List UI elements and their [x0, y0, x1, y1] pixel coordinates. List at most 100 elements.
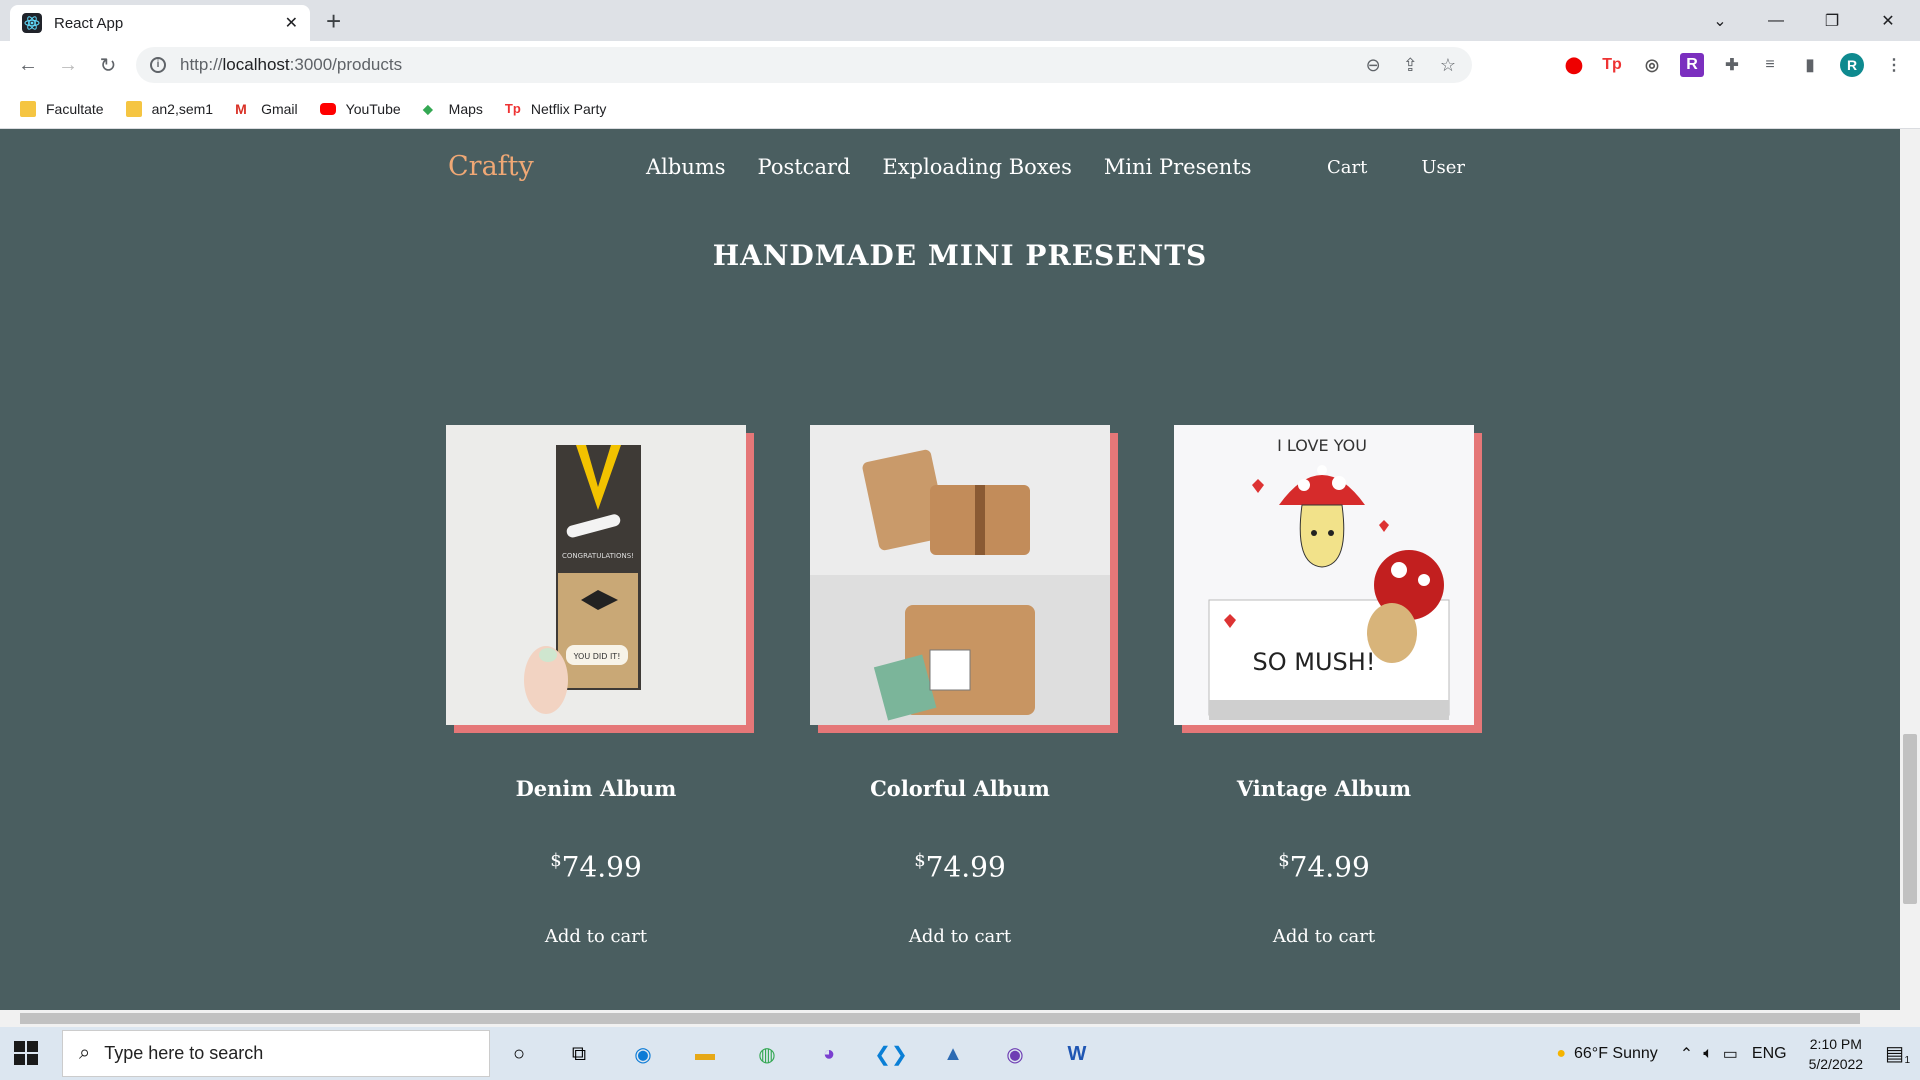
- language-indicator[interactable]: ENG: [1752, 1045, 1787, 1063]
- adblock-ext-icon[interactable]: ◎: [1640, 53, 1664, 77]
- youtube-icon: [319, 102, 336, 115]
- file-explorer-icon[interactable]: ▬: [686, 1035, 724, 1073]
- edge-icon[interactable]: ◉: [624, 1035, 662, 1073]
- image-text-congrats: CONGRATULATIONS!: [562, 552, 634, 560]
- vscode-icon[interactable]: ❮❯: [872, 1035, 910, 1073]
- nav-exploading-boxes[interactable]: Exploading Boxes: [882, 155, 1071, 179]
- forward-icon[interactable]: →: [54, 51, 82, 79]
- notifications-icon[interactable]: ▤ 1: [1885, 1041, 1910, 1066]
- product-image: [810, 425, 1110, 725]
- tab-title: React App: [54, 14, 124, 32]
- cortana-icon[interactable]: ○: [500, 1035, 538, 1073]
- chrome-icon[interactable]: ◍: [748, 1035, 786, 1073]
- messenger-icon[interactable]: ◕: [810, 1035, 848, 1073]
- new-tab-button[interactable]: +: [326, 6, 341, 36]
- weather-icon[interactable]: ●: [1556, 1045, 1566, 1063]
- vertical-scrollbar[interactable]: [1900, 129, 1920, 1010]
- image-text-love: I LOVE YOU: [1277, 436, 1367, 455]
- taskbar-search[interactable]: ⌕ Type here to search: [62, 1030, 490, 1077]
- maps-icon: ⬥: [422, 100, 434, 118]
- back-icon[interactable]: ←: [14, 51, 42, 79]
- volume-icon[interactable]: 🔈︎: [1703, 1045, 1713, 1063]
- side-panel-icon[interactable]: ▮: [1798, 53, 1822, 77]
- teleparty-ext-icon[interactable]: Tp: [1600, 53, 1624, 77]
- gmail-icon: M: [235, 100, 247, 117]
- product-image-frame[interactable]: I LOVE YOU SO MUSH!: [1174, 425, 1482, 733]
- product-image: CONGRATULATIONS! YOU DID IT!: [446, 425, 746, 725]
- battery-icon[interactable]: ▭: [1723, 1044, 1738, 1064]
- reload-icon[interactable]: ↻: [94, 51, 122, 79]
- add-to-cart-button[interactable]: Add to cart: [446, 926, 746, 947]
- scrollbar-thumb[interactable]: [1903, 734, 1917, 904]
- windows-taskbar: ⌕ Type here to search ○ ⧉ ◉ ▬ ◍ ◕ ❮❯ ▲ ◉…: [0, 1027, 1920, 1080]
- product-card: I LOVE YOU SO MUSH! Vintage Album $74.99…: [1174, 425, 1482, 947]
- clock-date: 5/2/2022: [1808, 1055, 1864, 1072]
- product-image-frame[interactable]: [810, 425, 1118, 733]
- opera-ext-icon[interactable]: ⬤: [1562, 53, 1586, 77]
- weather-text[interactable]: 66°F Sunny: [1574, 1045, 1658, 1063]
- system-tray: ● 66°F Sunny ⌃ 🔈︎ ▭ ENG 2:10 PM 5/2/2022…: [1556, 1027, 1920, 1080]
- windows-start-icon[interactable]: [14, 1041, 38, 1065]
- bookmark-item[interactable]: ⬥ Maps: [422, 100, 483, 118]
- product-price: $74.99: [550, 850, 642, 884]
- site-navbar: Crafty Albums Postcard Exploading Boxes …: [0, 129, 1900, 209]
- product-image-frame[interactable]: CONGRATULATIONS! YOU DID IT!: [446, 425, 754, 733]
- scrollbar-thumb[interactable]: [20, 1013, 1860, 1024]
- folder-icon: [20, 100, 36, 117]
- menu-kebab-icon[interactable]: ⋮: [1882, 53, 1906, 77]
- tab-search-icon[interactable]: ⌄: [1692, 0, 1748, 41]
- add-to-cart-button[interactable]: Add to cart: [1174, 926, 1474, 947]
- bookmark-item[interactable]: an2,sem1: [125, 100, 213, 117]
- product-image: I LOVE YOU SO MUSH!: [1174, 425, 1474, 725]
- profile-avatar[interactable]: R: [1840, 53, 1864, 77]
- product-card: Colorful Album $74.99 Add to cart: [810, 425, 1118, 947]
- zoom-icon[interactable]: ⊖: [1366, 55, 1381, 76]
- clock[interactable]: 2:10 PM 5/2/2022: [1809, 1034, 1864, 1074]
- nav-cart[interactable]: Cart: [1327, 157, 1367, 178]
- netflix-party-icon: Tp: [504, 100, 521, 116]
- bookmark-item[interactable]: YouTube: [319, 101, 401, 117]
- nav-user[interactable]: User: [1421, 157, 1465, 178]
- react-icon: [22, 13, 42, 33]
- product-price: $74.99: [1278, 850, 1370, 884]
- address-bar[interactable]: i http://localhost:3000/products ⊖ ⇪ ☆: [136, 47, 1472, 83]
- photos-icon[interactable]: ▲: [934, 1035, 972, 1073]
- bookmark-item[interactable]: Facultate: [20, 100, 104, 117]
- bookmark-star-icon[interactable]: ☆: [1440, 55, 1456, 76]
- show-hidden-icons-icon[interactable]: ⌃: [1680, 1044, 1693, 1064]
- bookmarks-bar: Facultate an2,sem1 M Gmail YouTube ⬥ Maps …: [0, 89, 1920, 129]
- nav-albums[interactable]: Albums: [646, 155, 726, 179]
- add-to-cart-button[interactable]: Add to cart: [810, 926, 1110, 947]
- nav-postcard[interactable]: Postcard: [758, 155, 851, 179]
- tab-strip: React App ✕ + ⌄ — ❐ ✕: [0, 0, 1920, 41]
- bookmark-item[interactable]: Tp Netflix Party: [505, 101, 606, 117]
- horizontal-scrollbar[interactable]: [0, 1010, 1920, 1027]
- word-icon[interactable]: W: [1058, 1035, 1096, 1073]
- r-ext-icon[interactable]: R: [1680, 53, 1704, 77]
- share-icon[interactable]: ⇪: [1403, 55, 1418, 76]
- nav-mini-presents[interactable]: Mini Presents: [1104, 155, 1252, 179]
- task-view-icon[interactable]: ⧉: [560, 1035, 598, 1073]
- clock-time: 2:10 PM: [1809, 1035, 1862, 1052]
- restore-button[interactable]: ❐: [1804, 0, 1860, 41]
- notification-count: 1: [1904, 1055, 1910, 1066]
- search-icon: ⌕: [79, 1042, 91, 1064]
- site-info-icon[interactable]: i: [150, 57, 166, 73]
- product-title: Denim Album: [515, 776, 677, 801]
- browser-tab[interactable]: React App ✕: [10, 5, 310, 41]
- tab-close-icon[interactable]: ✕: [285, 13, 298, 33]
- github-icon[interactable]: ◉: [996, 1035, 1034, 1073]
- image-text-mush: SO MUSH!: [1253, 648, 1376, 676]
- media-icon[interactable]: ≡: [1758, 53, 1782, 77]
- page-content: Crafty Albums Postcard Exploading Boxes …: [0, 129, 1900, 1010]
- search-placeholder: Type here to search: [104, 1043, 264, 1063]
- browser-toolbar: ← → ↻ i http://localhost:3000/products ⊖…: [0, 41, 1920, 89]
- url-text: http://localhost:3000/products: [180, 55, 403, 74]
- extensions-icon[interactable]: ✚: [1720, 53, 1744, 77]
- product-card: CONGRATULATIONS! YOU DID IT! Denim Album…: [446, 425, 754, 947]
- brand-logo[interactable]: Crafty: [448, 151, 534, 182]
- minimize-button[interactable]: —: [1748, 0, 1804, 41]
- bookmark-item[interactable]: M Gmail: [235, 101, 298, 117]
- image-text-you-did-it: YOU DID IT!: [573, 652, 621, 661]
- close-window-button[interactable]: ✕: [1860, 0, 1916, 41]
